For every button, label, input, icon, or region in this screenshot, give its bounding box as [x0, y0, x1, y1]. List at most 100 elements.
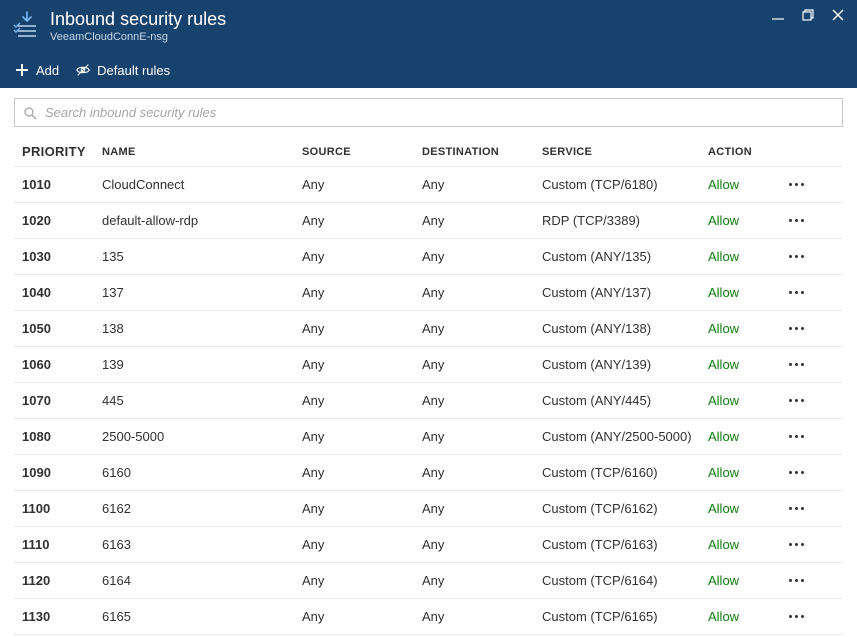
context-menu-button[interactable]	[774, 429, 818, 444]
cell-source: Any	[298, 315, 418, 342]
cell-name: 139	[98, 351, 298, 378]
context-menu-button[interactable]	[774, 501, 818, 516]
cell-priority: 1080	[18, 423, 98, 450]
cell-action: Allow	[704, 171, 774, 198]
col-name[interactable]: NAME	[98, 140, 298, 164]
table-header: PRIORITY NAME SOURCE DESTINATION SERVICE…	[14, 137, 843, 167]
minimize-button[interactable]	[769, 6, 787, 24]
cell-action: Allow	[704, 531, 774, 558]
cell-name: 137	[98, 279, 298, 306]
cell-name: 6163	[98, 531, 298, 558]
cell-priority: 1040	[18, 279, 98, 306]
col-priority[interactable]: PRIORITY	[18, 138, 98, 165]
search-icon	[23, 106, 37, 120]
table-row[interactable]: 1040137AnyAnyCustom (ANY/137)Allow	[14, 275, 843, 311]
cell-priority: 1030	[18, 243, 98, 270]
cell-service: Custom (TCP/6160)	[538, 459, 704, 486]
blade-title: Inbound security rules	[50, 8, 845, 30]
default-rules-label: Default rules	[97, 63, 170, 78]
cell-priority: 1050	[18, 315, 98, 342]
cell-priority: 1020	[18, 207, 98, 234]
col-source[interactable]: SOURCE	[298, 140, 418, 164]
cell-source: Any	[298, 207, 418, 234]
cell-priority: 1130	[18, 603, 98, 630]
context-menu-button[interactable]	[774, 285, 818, 300]
table-row[interactable]: 1010CloudConnectAnyAnyCustom (TCP/6180)A…	[14, 167, 843, 203]
table-row[interactable]: 11006162AnyAnyCustom (TCP/6162)Allow	[14, 491, 843, 527]
cell-destination: Any	[418, 243, 538, 270]
cell-destination: Any	[418, 495, 538, 522]
cell-priority: 1120	[18, 567, 98, 594]
restore-button[interactable]	[799, 6, 817, 24]
minimize-icon	[771, 8, 785, 22]
cell-action: Allow	[704, 387, 774, 414]
context-menu-button[interactable]	[774, 177, 818, 192]
cell-service: Custom (ANY/135)	[538, 243, 704, 270]
cell-action: Allow	[704, 351, 774, 378]
table-row[interactable]: 1030135AnyAnyCustom (ANY/135)Allow	[14, 239, 843, 275]
cell-source: Any	[298, 603, 418, 630]
cell-action: Allow	[704, 603, 774, 630]
default-rules-button[interactable]: Default rules	[75, 62, 170, 78]
rules-table: PRIORITY NAME SOURCE DESTINATION SERVICE…	[14, 137, 843, 635]
cell-destination: Any	[418, 603, 538, 630]
context-menu-button[interactable]	[774, 213, 818, 228]
cell-name: 6165	[98, 603, 298, 630]
cell-name: 6160	[98, 459, 298, 486]
cell-action: Allow	[704, 207, 774, 234]
cell-service: Custom (TCP/6165)	[538, 603, 704, 630]
context-menu-button[interactable]	[774, 249, 818, 264]
cell-destination: Any	[418, 207, 538, 234]
col-service[interactable]: SERVICE	[538, 140, 704, 164]
table-row[interactable]: 1060139AnyAnyCustom (ANY/139)Allow	[14, 347, 843, 383]
col-action[interactable]: ACTION	[704, 140, 774, 164]
cell-destination: Any	[418, 387, 538, 414]
table-row[interactable]: 1050138AnyAnyCustom (ANY/138)Allow	[14, 311, 843, 347]
col-destination[interactable]: DESTINATION	[418, 140, 538, 164]
add-label: Add	[36, 63, 59, 78]
table-row[interactable]: 1020default-allow-rdpAnyAnyRDP (TCP/3389…	[14, 203, 843, 239]
command-bar: Add Default rules	[0, 54, 857, 88]
cell-name: 6162	[98, 495, 298, 522]
search-input[interactable]	[43, 104, 834, 121]
cell-destination: Any	[418, 423, 538, 450]
cell-destination: Any	[418, 351, 538, 378]
table-row[interactable]: 11106163AnyAnyCustom (TCP/6163)Allow	[14, 527, 843, 563]
table-row[interactable]: 10802500-5000AnyAnyCustom (ANY/2500-5000…	[14, 419, 843, 455]
cell-source: Any	[298, 567, 418, 594]
cell-priority: 1110	[18, 531, 98, 558]
context-menu-button[interactable]	[774, 465, 818, 480]
table-row[interactable]: 11206164AnyAnyCustom (TCP/6164)Allow	[14, 563, 843, 599]
eye-off-icon	[75, 62, 91, 78]
cell-source: Any	[298, 279, 418, 306]
cell-priority: 1060	[18, 351, 98, 378]
cell-service: RDP (TCP/3389)	[538, 207, 704, 234]
cell-source: Any	[298, 459, 418, 486]
cell-priority: 1100	[18, 495, 98, 522]
context-menu-button[interactable]	[774, 357, 818, 372]
cell-name: 445	[98, 387, 298, 414]
cell-name: 6164	[98, 567, 298, 594]
table-row[interactable]: 10906160AnyAnyCustom (TCP/6160)Allow	[14, 455, 843, 491]
close-button[interactable]	[829, 6, 847, 24]
cell-source: Any	[298, 243, 418, 270]
context-menu-button[interactable]	[774, 393, 818, 408]
cell-action: Allow	[704, 279, 774, 306]
cell-name: 2500-5000	[98, 423, 298, 450]
context-menu-button[interactable]	[774, 537, 818, 552]
close-icon	[831, 8, 845, 22]
cell-name: 135	[98, 243, 298, 270]
cell-service: Custom (TCP/6162)	[538, 495, 704, 522]
search-box[interactable]	[14, 98, 843, 127]
cell-source: Any	[298, 171, 418, 198]
table-row[interactable]: 1070445AnyAnyCustom (ANY/445)Allow	[14, 383, 843, 419]
add-button[interactable]: Add	[14, 62, 59, 78]
cell-priority: 1070	[18, 387, 98, 414]
cell-destination: Any	[418, 171, 538, 198]
table-row[interactable]: 11306165AnyAnyCustom (TCP/6165)Allow	[14, 599, 843, 635]
cell-source: Any	[298, 423, 418, 450]
cell-priority: 1090	[18, 459, 98, 486]
context-menu-button[interactable]	[774, 321, 818, 336]
context-menu-button[interactable]	[774, 609, 818, 624]
context-menu-button[interactable]	[774, 573, 818, 588]
